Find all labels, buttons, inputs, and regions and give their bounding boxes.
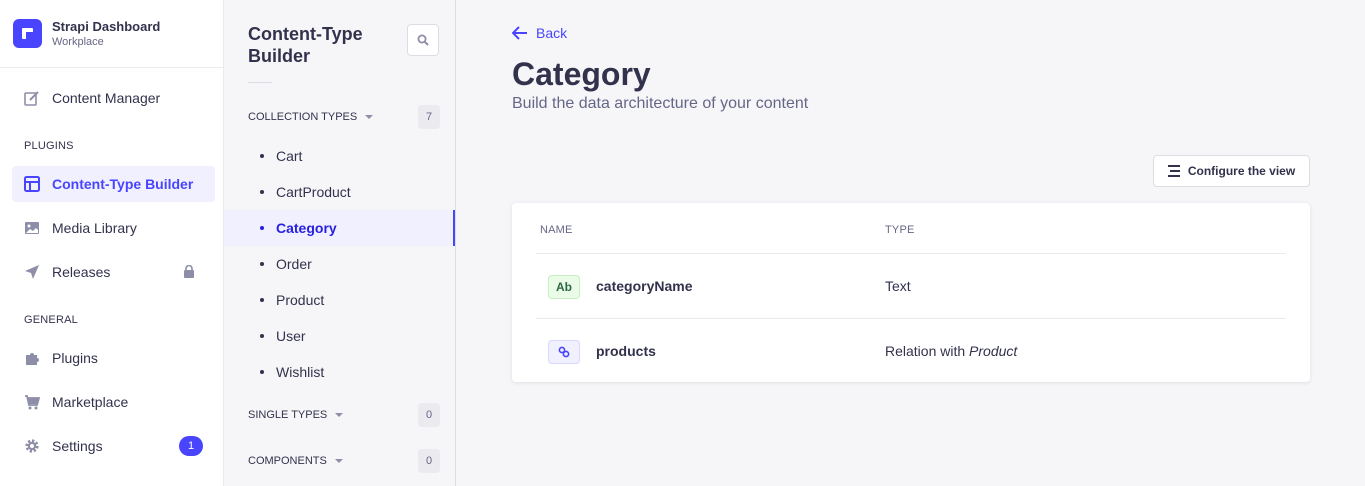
section-label: COMPONENTS (248, 455, 327, 467)
column-header-name: NAME (540, 224, 573, 236)
sidebar-item-label: Product (276, 292, 325, 308)
field-type: Relation with Product (885, 343, 1017, 359)
nav-settings[interactable]: Settings 1 (12, 428, 215, 464)
nav-content-type-builder[interactable]: Content-Type Builder (12, 166, 215, 202)
nav-label: Content Manager (52, 90, 161, 106)
bullet-icon (260, 298, 264, 302)
field-type-text: Relation with (885, 343, 970, 359)
page-title: Category (512, 56, 651, 92)
fields-table: NAME TYPE Ab categoryName Text products … (512, 203, 1310, 382)
sidebar-item-label: Order (276, 256, 312, 272)
sidebar-item-label: Cart (276, 148, 303, 164)
general-section-heading: GENERAL (24, 314, 78, 326)
section-label: SINGLE TYPES (248, 409, 328, 421)
field-name: products (596, 343, 656, 359)
nav-content-manager[interactable]: Content Manager (12, 80, 215, 116)
sidebar-item-category[interactable]: Category (224, 210, 455, 246)
content-type-builder-subnav: Content-Type Builder COLLECTION TYPES 7 … (224, 0, 456, 486)
configure-view-button[interactable]: Configure the view (1153, 155, 1310, 187)
strapi-logo-icon (13, 19, 42, 48)
settings-notification-badge: 1 (179, 436, 203, 456)
bullet-icon (260, 154, 264, 158)
collection-types-count: 7 (418, 105, 440, 129)
sidebar-item-wishlist[interactable]: Wishlist (224, 354, 455, 390)
paper-plane-icon (24, 264, 40, 280)
nav-label: Content-Type Builder (52, 176, 194, 192)
subnav-divider (248, 82, 272, 83)
sidebar-item-cartproduct[interactable]: CartProduct (224, 174, 455, 210)
nav-label: Media Library (52, 220, 137, 236)
sidebar-item-cart[interactable]: Cart (224, 138, 455, 174)
sidebar-item-label: Wishlist (276, 364, 325, 380)
nav-label: Releases (52, 264, 111, 280)
table-row[interactable]: products Relation with Product (536, 318, 1286, 383)
sidebar-item-order[interactable]: Order (224, 246, 455, 282)
search-button[interactable] (407, 24, 439, 56)
sidebar-item-label: Category (276, 220, 337, 236)
relation-icon (548, 340, 580, 364)
sidebar-item-product[interactable]: Product (224, 282, 455, 318)
caret-down-icon (335, 413, 344, 417)
caret-down-icon (365, 115, 374, 119)
plugins-section-heading: PLUGINS (24, 140, 74, 152)
back-link[interactable]: Back (512, 24, 567, 42)
search-icon (417, 34, 429, 46)
pencil-icon (24, 90, 40, 106)
single-types-count: 0 (418, 403, 440, 427)
nav-label: Plugins (52, 350, 98, 366)
list-settings-icon (1167, 165, 1180, 177)
layout-icon (24, 176, 40, 192)
nav-plugins[interactable]: Plugins (12, 340, 215, 376)
field-type: Text (885, 278, 911, 294)
column-header-type: TYPE (885, 224, 915, 236)
field-type-text: Text (885, 278, 911, 294)
gear-icon (24, 438, 40, 454)
nav-label: Settings (52, 438, 103, 454)
nav-label: Marketplace (52, 394, 129, 410)
table-row[interactable]: Ab categoryName Text (536, 253, 1286, 318)
brand-subtitle: Workplace (52, 35, 104, 48)
relation-target: Product (969, 343, 1018, 359)
shopping-cart-icon (24, 394, 40, 410)
collection-types-toggle[interactable]: COLLECTION TYPES 7 (248, 105, 440, 129)
sidebar-item-label: User (276, 328, 306, 344)
components-count: 0 (418, 449, 440, 473)
field-name: categoryName (596, 278, 693, 294)
nav-marketplace[interactable]: Marketplace (12, 384, 215, 420)
image-icon (24, 220, 40, 236)
page-subtitle: Build the data architecture of your cont… (512, 95, 809, 112)
subnav-title: Content-Type Builder (248, 24, 363, 66)
bullet-icon (260, 262, 264, 266)
text-field-icon: Ab (548, 275, 580, 299)
arrow-left-icon (512, 26, 527, 40)
single-types-toggle[interactable]: SINGLE TYPES 0 (248, 403, 440, 427)
main-nav: Strapi Dashboard Workplace Content Manag… (0, 0, 224, 486)
brand-title: Strapi Dashboard (52, 18, 161, 34)
bullet-icon (260, 370, 264, 374)
configure-view-label: Configure the view (1187, 164, 1296, 178)
bullet-icon (260, 190, 264, 194)
caret-down-icon (334, 459, 343, 463)
sidebar-item-user[interactable]: User (224, 318, 455, 354)
section-label: COLLECTION TYPES (248, 111, 358, 123)
bullet-icon (260, 226, 264, 230)
components-toggle[interactable]: COMPONENTS 0 (248, 449, 440, 473)
brand: Strapi Dashboard Workplace (0, 0, 223, 68)
bullet-icon (260, 334, 264, 338)
sidebar-item-label: CartProduct (276, 184, 351, 200)
nav-releases[interactable]: Releases (12, 254, 215, 290)
puzzle-icon (24, 350, 40, 366)
back-label: Back (536, 25, 568, 41)
nav-media-library[interactable]: Media Library (12, 210, 215, 246)
lock-icon (183, 264, 195, 281)
